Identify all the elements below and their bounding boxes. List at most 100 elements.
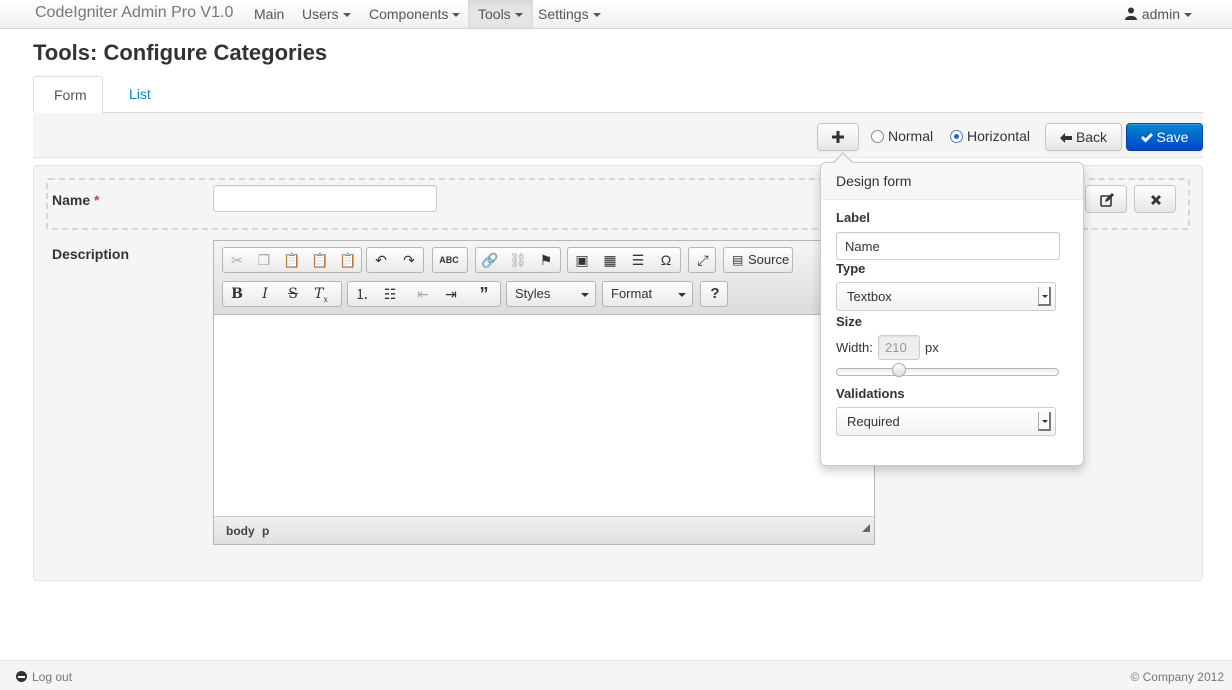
help-icon: ? [710,285,720,302]
nav-main-label: Main [254,6,285,22]
styles-dropdown-label: Styles [515,286,551,301]
editor-toolbar: ✂ ❐ 📋 📋 📋 ↶ ↷ ABC 🔗 ⛓ ⚑ ▣ ▦ ☰ Ω ⤢ ▤ Sour… [214,241,874,315]
description-field-label: Description [52,246,130,262]
help-button[interactable]: ? [700,281,728,307]
list-group: ⒈ ☷ ⇤ ⇥ ” [347,281,501,307]
cut-icon[interactable]: ✂ [223,248,251,272]
delete-field-button[interactable] [1134,185,1176,213]
minus-circle-icon [16,671,27,682]
brand-title[interactable]: CodeIgniter Admin Pro V1.0 [35,4,233,22]
radio-unchecked-icon [871,130,884,143]
name-input[interactable] [213,185,437,212]
horizontal-rule-icon[interactable]: ☰ [624,248,652,272]
resize-grip-icon[interactable] [862,524,870,532]
page-title: Tools: Configure Categories [33,40,328,65]
chevron-down-icon [1038,287,1051,306]
width-input[interactable] [878,335,920,360]
remove-format-icon[interactable]: Tx [307,282,335,306]
tab-list[interactable]: List [109,76,171,113]
back-button[interactable]: Back [1045,123,1122,151]
width-slider[interactable] [836,368,1059,376]
arrow-left-icon [1059,133,1072,143]
copy-icon[interactable]: ❐ [250,248,278,272]
label-heading: Label [836,210,870,225]
italic-icon[interactable]: I [251,282,279,306]
tab-bar: Form List [33,76,1203,113]
format-dropdown-label: Format [611,286,653,301]
element-path-p[interactable]: p [262,524,269,538]
image-icon[interactable]: ▣ [568,248,596,272]
nav-settings[interactable]: Settings [528,0,611,28]
layout-horizontal-radio[interactable]: Horizontal [950,128,1030,146]
save-button[interactable]: Save [1126,123,1203,151]
logout-label: Log out [32,670,73,684]
label-input[interactable] [836,232,1060,260]
logout-link[interactable]: Log out [16,670,72,684]
user-menu[interactable]: admin [1124,0,1192,28]
copyright-text: © Company 2012 [1130,670,1224,684]
chevron-down-icon [592,13,601,18]
indent-icon[interactable]: ⇥ [437,282,465,306]
description-editor: ✂ ❐ 📋 📋 📋 ↶ ↷ ABC 🔗 ⛓ ⚑ ▣ ▦ ☰ Ω ⤢ ▤ Sour… [213,240,875,545]
plus-icon [832,131,844,143]
basic-styles-group: B I S Tx [222,281,342,307]
width-unit: px [925,340,939,355]
maximize-button[interactable]: ⤢ [688,247,716,273]
maximize-icon: ⤢ [697,252,709,268]
redo-icon[interactable]: ↷ [395,248,423,272]
type-select[interactable]: Textbox [836,282,1056,311]
table-icon[interactable]: ▦ [596,248,624,272]
tab-form[interactable]: Form [33,76,103,113]
nav-main[interactable]: Main [244,0,294,28]
popover-title: Design form [821,163,1083,200]
nav-components[interactable]: Components [359,0,470,28]
clipboard-group: ✂ ❐ 📋 📋 📋 [222,247,362,273]
width-label: Width: [836,340,873,355]
paste-text-icon[interactable]: 📋 [306,248,334,272]
layout-normal-label: Normal [888,128,934,144]
source-button[interactable]: ▤ Source [723,247,793,273]
chevron-down-icon [1184,13,1192,18]
unlink-icon[interactable]: ⛓ [504,248,532,272]
nav-settings-label: Settings [538,6,589,22]
required-marker: * [94,192,100,208]
bulleted-list-icon[interactable]: ☷ [376,282,404,306]
blockquote-icon[interactable]: ” [470,282,498,306]
nav-tools[interactable]: Tools [468,0,533,28]
user-name: admin [1141,6,1180,22]
name-field-label: Name * [52,192,99,208]
special-char-icon[interactable]: Ω [652,248,680,272]
bold-icon[interactable]: B [223,282,251,306]
design-form-popover: Design form Label Type Textbox Size Widt… [820,152,1084,466]
chevron-down-icon [452,13,461,18]
validations-heading: Validations [836,386,905,401]
layout-horizontal-label: Horizontal [967,128,1031,144]
format-dropdown[interactable]: Format [602,281,693,307]
chevron-down-icon [678,293,686,297]
close-icon [1151,195,1161,205]
editor-content-area[interactable] [214,316,874,516]
link-icon[interactable]: 🔗 [476,248,504,272]
outdent-icon[interactable]: ⇤ [409,282,437,306]
paste-word-icon[interactable]: 📋 [334,248,362,272]
source-label: Source [748,252,790,267]
edit-field-button[interactable] [1085,185,1127,213]
layout-normal-radio[interactable]: Normal [871,128,933,146]
nav-users[interactable]: Users [292,0,361,28]
undo-icon[interactable]: ↶ [367,248,395,272]
link-group: 🔗 ⛓ ⚑ [475,247,561,273]
anchor-flag-icon[interactable]: ⚑ [532,248,560,272]
validations-select[interactable]: Required [836,407,1056,436]
nav-users-label: Users [302,6,339,22]
styles-dropdown[interactable]: Styles [506,281,596,307]
add-field-button[interactable] [817,123,859,151]
element-path-body[interactable]: body [226,524,255,538]
name-label-text: Name [52,192,91,208]
spellcheck-button[interactable]: ABC [432,247,468,273]
check-icon [1140,133,1153,143]
paste-icon[interactable]: 📋 [278,248,306,272]
strikethrough-icon[interactable]: S [279,282,307,306]
undo-group: ↶ ↷ [366,247,424,273]
size-heading: Size [836,314,863,329]
numbered-list-icon[interactable]: ⒈ [348,282,376,306]
